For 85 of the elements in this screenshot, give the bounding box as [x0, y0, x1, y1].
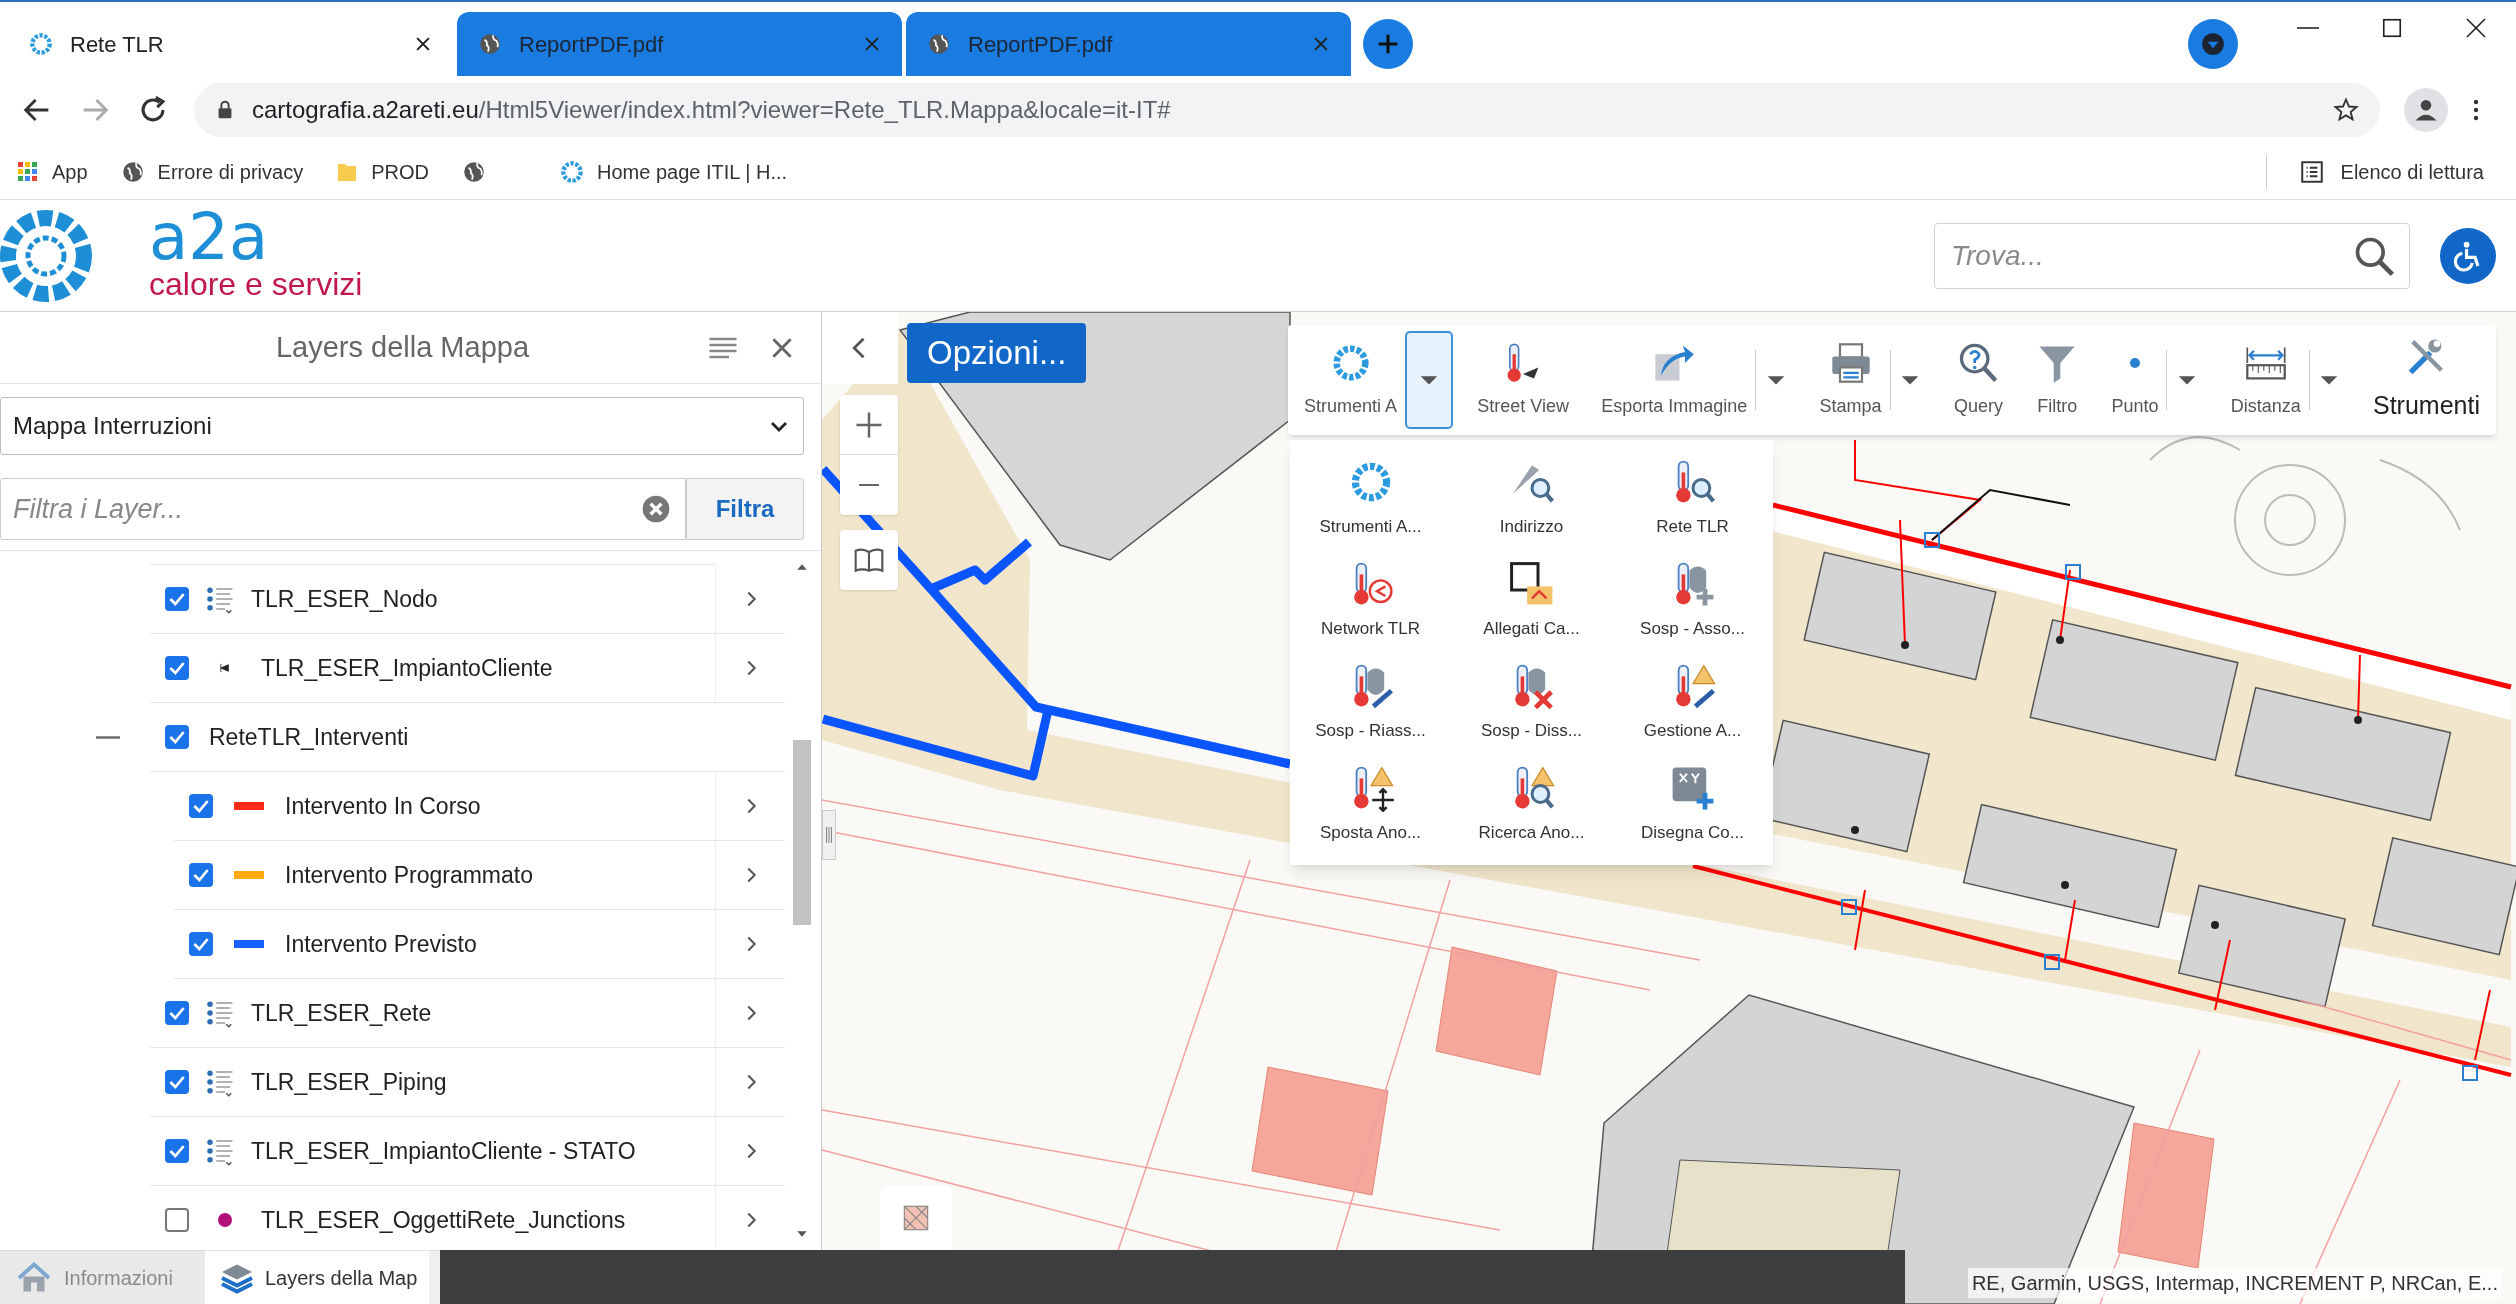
map-attribution: RE, Garmin, USGS, Intermap, INCREMENT P, NRCan, E... — [1967, 1268, 2502, 1298]
layer-name[interactable]: Intervento Programmato — [285, 857, 715, 893]
menu-item[interactable]: Gestione A... — [1612, 652, 1773, 754]
layer-name[interactable]: TLR_ESER_OggettiRete_Junctions — [261, 1202, 715, 1238]
panel-tab[interactable]: Layers della Map — [205, 1251, 430, 1304]
minus-icon — [96, 736, 120, 739]
toolbar-button[interactable]: Query — [1945, 330, 2011, 430]
tab-search-button[interactable] — [2188, 19, 2238, 69]
apps-grid-icon — [16, 159, 40, 184]
checkbox[interactable] — [165, 656, 189, 680]
layer-name[interactable]: TLR_ESER_Nodo — [251, 581, 715, 617]
ring-icon — [559, 158, 585, 185]
layer-name[interactable]: ReteTLR_Interventi — [209, 719, 715, 755]
bookmark[interactable]: PROD — [335, 156, 429, 187]
toolbar-button[interactable]: Punto — [2103, 330, 2167, 430]
checkbox[interactable] — [165, 1139, 189, 1163]
reading-list-button[interactable]: Elenco di lettura — [2298, 156, 2484, 187]
close-icon — [2464, 16, 2488, 40]
logo-tagline: calore e servizi — [148, 264, 363, 303]
caret-down-icon — [2200, 31, 2226, 57]
layer-name[interactable]: TLR_ESER_Rete — [251, 995, 715, 1031]
layer-name[interactable]: TLR_ESER_Piping — [251, 1064, 715, 1100]
dropdown-toggle[interactable] — [1405, 331, 1454, 429]
checkbox[interactable] — [189, 794, 213, 818]
map-select[interactable]: Mappa Interruzioni — [0, 397, 804, 455]
toolbar-button[interactable]: Distanza — [2222, 330, 2309, 430]
minimize-icon — [2297, 27, 2319, 29]
scroll-thumb[interactable] — [793, 740, 811, 925]
globe-icon — [926, 31, 952, 57]
logo-text: a2a — [148, 208, 270, 265]
browser-tab[interactable]: ReportPDF.pdf — [457, 12, 902, 76]
browser-tab[interactable]: ReportPDF.pdf — [906, 12, 1351, 76]
menu-item[interactable]: Sposta Ano... — [1290, 754, 1451, 856]
menu-item[interactable]: Ricerca Ano... — [1451, 754, 1612, 856]
filter-button[interactable]: Filtra — [686, 478, 804, 540]
globe-icon — [477, 31, 503, 57]
splitter-handle[interactable] — [822, 810, 836, 860]
options-button[interactable]: Opzioni... — [907, 323, 1087, 383]
filter-field[interactable]: Filtra i Layer... — [0, 478, 686, 540]
layer-name[interactable]: TLR_ESER_ImpiantoCliente - STATO — [251, 1133, 715, 1169]
bookmark[interactable]: App — [16, 156, 88, 187]
panel-title: Layers della Mappa — [275, 329, 530, 365]
new-tab-button[interactable] — [1363, 19, 1413, 69]
menu-item[interactable]: Disegna Co... — [1612, 754, 1773, 856]
menu-item[interactable]: Sosp - Riass... — [1290, 652, 1451, 754]
bookmark[interactable]: Home page ITIL | H... — [559, 156, 788, 187]
basemap-icon — [902, 1204, 930, 1232]
checkbox[interactable] — [165, 587, 189, 611]
toolbar-button[interactable]: Strumenti — [2365, 330, 2488, 430]
checkbox[interactable] — [165, 1070, 189, 1094]
menu-item[interactable]: Rete TLR — [1612, 448, 1773, 550]
menu-item[interactable]: Allegati Ca... — [1451, 550, 1612, 652]
layer-name[interactable]: Intervento Previsto — [285, 926, 715, 962]
checkbox[interactable] — [189, 932, 213, 956]
star-icon — [2332, 96, 2360, 124]
checkbox[interactable] — [165, 1001, 189, 1025]
maximize-icon — [2381, 17, 2403, 39]
profile-avatar[interactable] — [2404, 88, 2448, 132]
point-marker-icon — [220, 663, 230, 673]
checkbox[interactable] — [165, 725, 189, 749]
toolbar-button[interactable]: Esporta Immagine — [1593, 330, 1756, 430]
toolbar-button[interactable]: Street View — [1469, 330, 1577, 430]
minus-icon — [856, 484, 882, 486]
menu-item[interactable]: Sosp - Asso... — [1612, 550, 1773, 652]
ring-icon — [28, 31, 54, 57]
layer-name[interactable]: Intervento In Corso — [285, 788, 715, 824]
toolbar-button[interactable]: Strumenti A — [1296, 330, 1406, 430]
menu-item[interactable]: Strumenti A... — [1290, 448, 1451, 550]
basemap-button[interactable] — [880, 1186, 952, 1250]
dot-icon — [2129, 357, 2140, 368]
toolbar-button[interactable]: Filtro — [2027, 330, 2088, 430]
clear-icon — [640, 493, 672, 525]
list-icon — [2298, 158, 2325, 185]
menu-item[interactable]: Sosp - Diss... — [1451, 652, 1612, 754]
layer-name[interactable]: TLR_ESER_ImpiantoCliente — [261, 650, 715, 686]
toolbar-button[interactable]: Stampa — [1811, 330, 1890, 430]
search-field[interactable]: Trova... — [1934, 222, 2410, 289]
menu-item[interactable]: Network TLR — [1290, 550, 1451, 652]
kebab-menu-icon — [2472, 97, 2480, 123]
bookmarks-button[interactable] — [840, 530, 898, 590]
bookmark[interactable]: Errore di privacy — [119, 156, 304, 187]
checkbox[interactable] — [189, 863, 213, 887]
checkbox[interactable] — [165, 1208, 189, 1232]
menu-item[interactable]: Indirizzo — [1451, 448, 1612, 550]
address-bar[interactable]: cartografia.a2areti.eu/Html5Viewer/index.html?viewer=Rete_TLR.Mappa&locale=it-IT# — [194, 83, 2380, 137]
